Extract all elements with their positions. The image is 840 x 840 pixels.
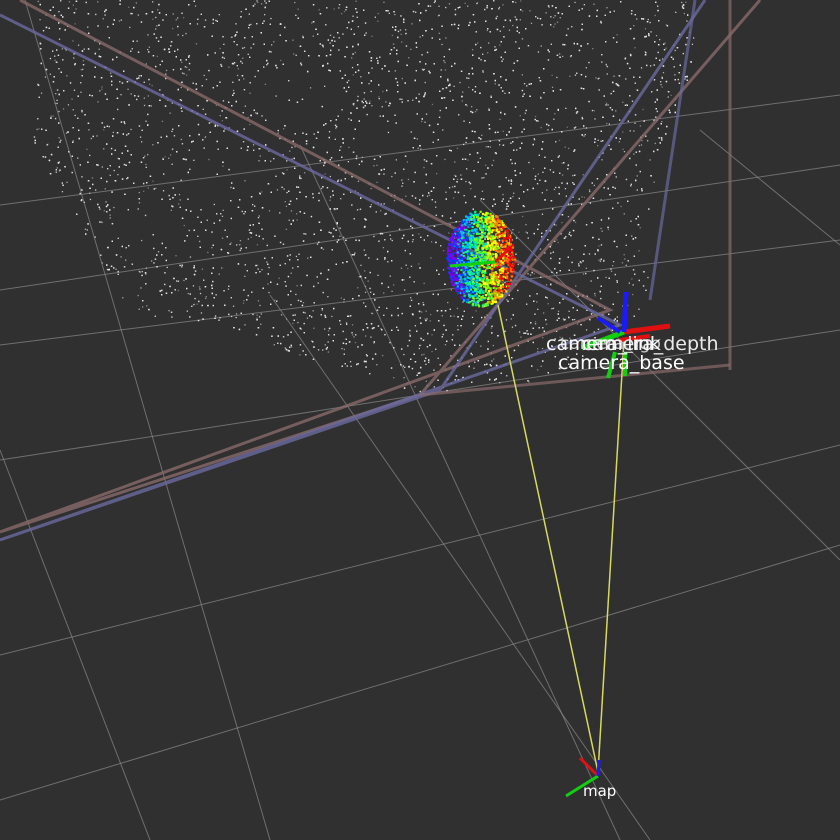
scene-canvas[interactable]: camera_link camera_depth camera_rgb came…	[0, 0, 840, 840]
grid-line	[699, 129, 840, 246]
grid-line	[269, 294, 651, 840]
grid-line	[0, 94, 840, 206]
tf-label-camera-rgb: camera_rgb	[560, 334, 661, 354]
rviz-3d-viewport[interactable]: camera_link camera_depth camera_rgb came…	[0, 0, 840, 840]
grid-line	[0, 544, 840, 801]
tf-frame-labels: camera_link camera_depth camera_rgb came…	[546, 333, 719, 800]
grid-line	[0, 239, 840, 346]
camera-x-axis	[623, 323, 671, 335]
tf-label-map: map	[583, 782, 616, 800]
tf-link-map-to-camera-base	[597, 339, 625, 773]
bounding-box-edge-2	[648, 0, 697, 301]
camera-z-axis	[621, 291, 629, 333]
grid-line	[0, 444, 840, 656]
tf-links	[497, 304, 625, 773]
map-z-axis	[596, 759, 601, 777]
tf-label-camera-base: camera_base	[558, 352, 685, 374]
bounding-boxes	[0, 0, 762, 542]
ground-grid	[0, 0, 840, 840]
grid-line	[0, 164, 840, 291]
